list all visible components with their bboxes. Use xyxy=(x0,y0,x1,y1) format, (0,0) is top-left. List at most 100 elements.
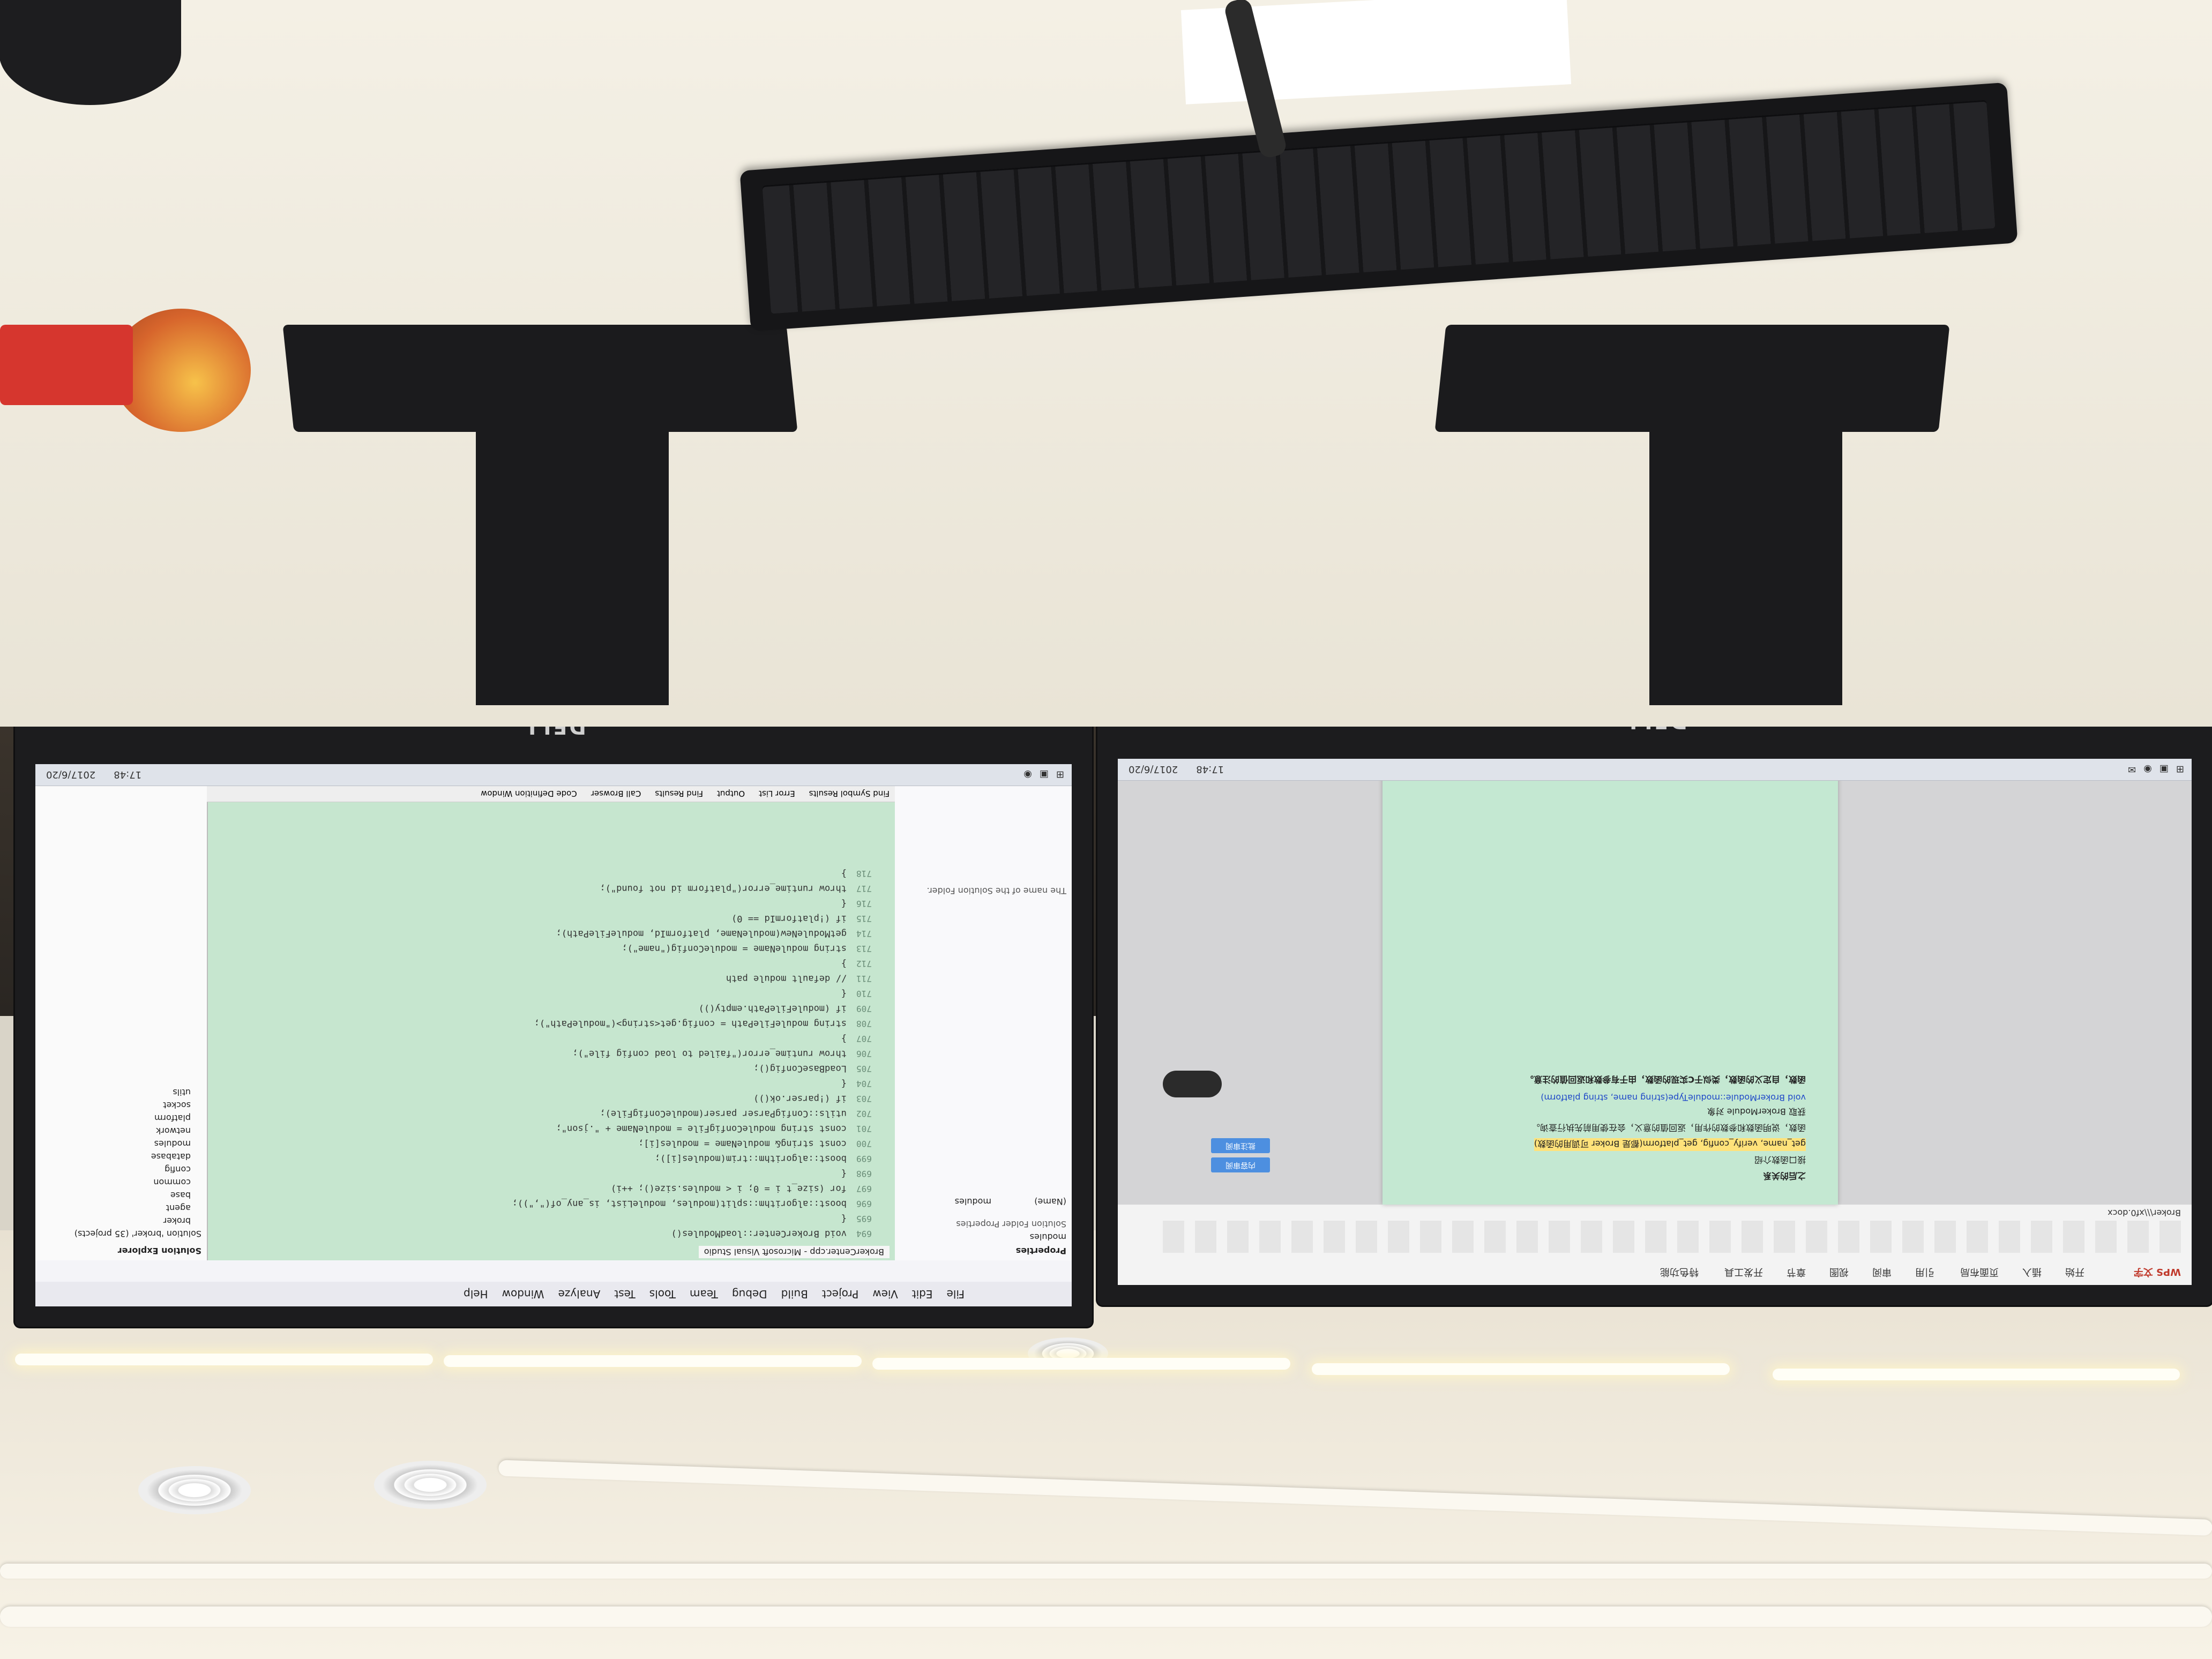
photo-scene: WPS 文字 开始 插入 页面布局 引用 审阅 视图 章节 开发工具 特色功能 … xyxy=(0,0,2212,1659)
ceiling-pipe xyxy=(0,1606,2212,1627)
menu-edit[interactable]: Edit xyxy=(912,1288,933,1301)
solution-tree-item[interactable]: Solution 'broker' (35 projects) xyxy=(74,1229,201,1239)
code-line[interactable]: if (moduleFilePath.empty()) xyxy=(699,1002,847,1014)
solution-tree-item[interactable]: base xyxy=(170,1190,191,1200)
taskbar-vs: ⊞ ▣ ◉ 17:48 2017/6/20 xyxy=(35,764,1072,786)
code-line[interactable]: const string& moduleName = modules[i]; xyxy=(638,1137,847,1149)
menu-build[interactable]: Build xyxy=(781,1288,808,1301)
solution-tree-item[interactable]: socket xyxy=(163,1100,191,1110)
tab-find-symbol[interactable]: Find Symbol Results xyxy=(809,789,890,798)
line-number: 709 xyxy=(856,1004,872,1014)
code-line[interactable]: if (!parser.ok()) xyxy=(753,1092,847,1104)
taskbar-app-icon[interactable]: ◉ xyxy=(1023,769,1032,781)
code-line[interactable]: { xyxy=(841,1077,847,1089)
code-line[interactable]: const string moduleConfigFile = moduleNa… xyxy=(556,1122,847,1134)
wps-page[interactable]: 之后的关系 接口函数介绍 get_name, verify_config, ge… xyxy=(1382,759,1838,1205)
solution-tree-item[interactable]: config xyxy=(165,1164,191,1175)
menu-file[interactable]: File xyxy=(947,1288,965,1301)
monitor-wps: WPS 文字 开始 插入 页面布局 引用 审阅 视图 章节 开发工具 特色功能 … xyxy=(1097,700,2212,1305)
solution-tree-item[interactable]: broker xyxy=(163,1216,191,1226)
line-number: 718 xyxy=(856,869,872,879)
line-number: 715 xyxy=(856,914,872,924)
vs-toolbar[interactable] xyxy=(35,1260,1072,1282)
taskbar-app-icon[interactable]: ▣ xyxy=(1040,769,1049,781)
menu-tools[interactable]: Tools xyxy=(649,1288,676,1301)
code-line[interactable]: getModuleNew(moduleName, platformId, mod… xyxy=(556,927,847,939)
code-editor[interactable]: BrokerCenter.cpp - Microsoft Visual Stud… xyxy=(207,786,895,1260)
menu-view[interactable]: View xyxy=(872,1288,898,1301)
menu-analyze[interactable]: Analyze xyxy=(558,1288,601,1301)
clock-time[interactable]: 17:48 xyxy=(1185,764,1224,775)
tab-review[interactable]: 审阅 xyxy=(1872,1266,1892,1280)
tab-layout[interactable]: 页面布局 xyxy=(1960,1266,1999,1280)
code-line[interactable]: boost::algorithm::trim(modules[i]); xyxy=(655,1152,847,1164)
clock-time[interactable]: 17:48 xyxy=(103,769,141,781)
solution-tree-item[interactable]: database xyxy=(151,1152,191,1162)
code-line[interactable]: boost::algorithm::split(modules, moduleL… xyxy=(512,1197,847,1209)
menu-test[interactable]: Test xyxy=(614,1288,635,1301)
menu-window[interactable]: Window xyxy=(502,1288,544,1301)
solution-tree-item[interactable]: network xyxy=(156,1126,191,1136)
speed-widget[interactable] xyxy=(1163,1071,1222,1097)
windows-start-icon[interactable]: ⊞ xyxy=(1056,769,1064,781)
editor-tab[interactable]: BrokerCenter.cpp - Microsoft Visual Stud… xyxy=(698,1246,890,1258)
ceiling-pipe xyxy=(0,1564,2212,1579)
code-line[interactable]: string moduleName = moduleConfig("name")… xyxy=(622,942,847,954)
tab-features[interactable]: 特色功能 xyxy=(1660,1266,1699,1280)
code-line[interactable]: for (size_t i = 0; i < modules.size(); +… xyxy=(611,1182,847,1194)
code-line[interactable]: throw runtime_error("platform id not fou… xyxy=(600,882,847,894)
ceiling-vent xyxy=(374,1461,487,1509)
tab-find-results[interactable]: Find Results xyxy=(655,789,703,798)
solution-tree-item[interactable]: agent xyxy=(166,1203,191,1213)
code-line[interactable]: { xyxy=(841,1167,847,1179)
solution-tree-item[interactable]: utils xyxy=(173,1087,191,1097)
menu-project[interactable]: Project xyxy=(822,1288,858,1301)
properties-name-value[interactable]: modules xyxy=(955,1197,991,1207)
code-line[interactable]: { xyxy=(841,897,847,909)
solution-tree-item[interactable]: common xyxy=(153,1177,191,1187)
tab-chapter[interactable]: 章节 xyxy=(1787,1266,1806,1280)
code-line[interactable]: if (!platformId == 0) xyxy=(731,912,847,924)
tab-insert[interactable]: 插入 xyxy=(2022,1266,2042,1280)
tab-view[interactable]: 视图 xyxy=(1829,1266,1849,1280)
menu-debug[interactable]: Debug xyxy=(732,1288,767,1301)
menu-help[interactable]: Help xyxy=(464,1288,488,1301)
tab-output[interactable]: Output xyxy=(717,789,745,798)
tab-home[interactable]: 开始 xyxy=(2065,1266,2084,1280)
taskbar-app-icon[interactable]: ▣ xyxy=(2159,764,2169,775)
code-line[interactable]: } xyxy=(841,1032,847,1044)
code-line[interactable]: string moduleFilePath = config.get<strin… xyxy=(534,1017,847,1029)
wps-doc-name[interactable]: Broker\\\xf0.docx xyxy=(2108,1208,2181,1218)
tab-references[interactable]: 引用 xyxy=(1915,1266,1934,1280)
comment-review-button[interactable]: 批注审阅 xyxy=(1211,1138,1270,1153)
taskbar-app-icon[interactable]: ✉ xyxy=(2128,764,2136,775)
menu-team[interactable]: Team xyxy=(690,1288,718,1301)
content-review-button[interactable]: 内容审阅 xyxy=(1211,1157,1270,1172)
code-line[interactable]: { xyxy=(841,1212,847,1224)
taskbar-app-icon[interactable]: ◉ xyxy=(2143,764,2152,775)
code-line[interactable]: LoadBaseConfig(); xyxy=(753,1062,847,1074)
ceiling-vent xyxy=(138,1466,251,1514)
solution-tree-item[interactable]: platform xyxy=(154,1113,191,1123)
output-tabs: Find Symbol Results Error List Output Fi… xyxy=(207,786,895,802)
wps-toolbar-icons[interactable] xyxy=(1163,1221,2181,1253)
line-number: 699 xyxy=(856,1154,872,1164)
code-line[interactable]: } xyxy=(841,957,847,969)
code-line[interactable]: { xyxy=(841,987,847,999)
doc-line: 函数，自定义的函数，类似于C实现的函数，由于有参数和返回值的注意。 xyxy=(1525,1074,1806,1085)
tab-call-browser[interactable]: Call Browser xyxy=(591,789,641,798)
screen-vs: File Edit View Project Build Debug Team … xyxy=(35,764,1072,1306)
windows-start-icon[interactable]: ⊞ xyxy=(2176,764,2184,775)
tab-code-definition[interactable]: Code Definition Window xyxy=(481,789,577,798)
computer-mouse[interactable] xyxy=(0,0,181,105)
properties-selected[interactable]: modules xyxy=(1030,1232,1066,1242)
properties-pane: Properties modules Solution Folder Prope… xyxy=(894,786,1072,1260)
code-line[interactable]: utils::ConfigParser parser(moduleConfigF… xyxy=(600,1107,847,1119)
solution-tree-item[interactable]: modules xyxy=(154,1139,191,1149)
code-line[interactable]: void BrokerCenter::loadModules() xyxy=(671,1227,847,1239)
code-line[interactable]: throw runtime_error("failed to load conf… xyxy=(572,1047,847,1059)
tab-developer[interactable]: 开发工具 xyxy=(1724,1266,1763,1280)
code-line[interactable]: // default module path xyxy=(726,972,847,984)
tab-error-list[interactable]: Error List xyxy=(759,789,795,798)
code-line[interactable]: } xyxy=(841,867,847,879)
